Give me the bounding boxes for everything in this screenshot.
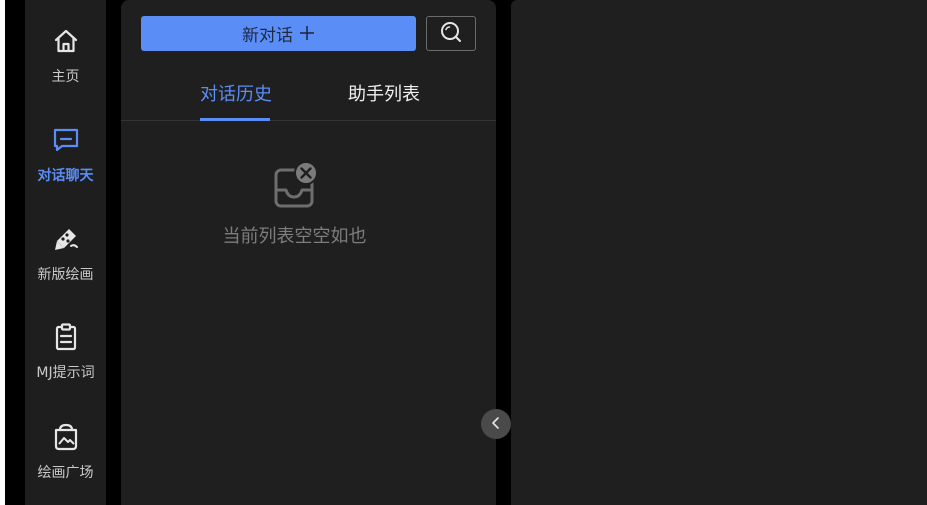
nav-item-home[interactable]: 主页 (25, 26, 106, 96)
new-chat-label: 新对话 (242, 26, 293, 46)
plus-icon (299, 24, 315, 44)
nav-label-mj-prompt: MJ提示词 (36, 365, 95, 381)
nav-label-chat: 对话聊天 (37, 168, 94, 184)
nav-item-chat[interactable]: 对话聊天 (25, 125, 106, 195)
empty-inbox-icon (274, 160, 320, 214)
panel-tabs: 对话历史 助手列表 (121, 70, 496, 121)
nav-label-home: 主页 (51, 69, 80, 85)
collapse-panel-button[interactable] (481, 409, 511, 439)
chevron-left-icon (489, 415, 503, 434)
app-root: 主页 对话聊天 新版绘画 MJ提示词 绘画广场 新对话 对话历史 助手列表 当前… (5, 0, 927, 505)
sidebar-nav: 主页 对话聊天 新版绘画 MJ提示词 绘画广场 (25, 0, 106, 505)
home-icon (51, 26, 81, 56)
nav-label-new-painting: 新版绘画 (37, 267, 94, 283)
nav-item-mj-prompt[interactable]: MJ提示词 (25, 322, 106, 392)
search-icon (439, 20, 463, 47)
chat-bubble-icon (51, 125, 81, 155)
empty-state-text: 当前列表空空如也 (222, 226, 367, 247)
new-chat-button[interactable]: 新对话 (141, 16, 416, 51)
chat-content-area (511, 0, 927, 505)
nav-item-new-painting[interactable]: 新版绘画 (25, 224, 106, 294)
empty-state: 当前列表空空如也 (121, 160, 496, 248)
paint-brush-icon (51, 224, 81, 254)
clipboard-icon (51, 322, 81, 352)
active-tab-indicator (200, 118, 270, 121)
gallery-bag-icon (51, 422, 81, 452)
conversation-panel: 新对话 对话历史 助手列表 当前列表空空如也 (121, 0, 496, 505)
tab-conversation-history[interactable]: 对话历史 (200, 80, 272, 106)
nav-label-painting-plaza: 绘画广场 (37, 465, 94, 481)
tab-assistant-list[interactable]: 助手列表 (348, 80, 420, 106)
nav-item-painting-plaza[interactable]: 绘画广场 (25, 422, 106, 492)
search-button[interactable] (426, 16, 476, 51)
